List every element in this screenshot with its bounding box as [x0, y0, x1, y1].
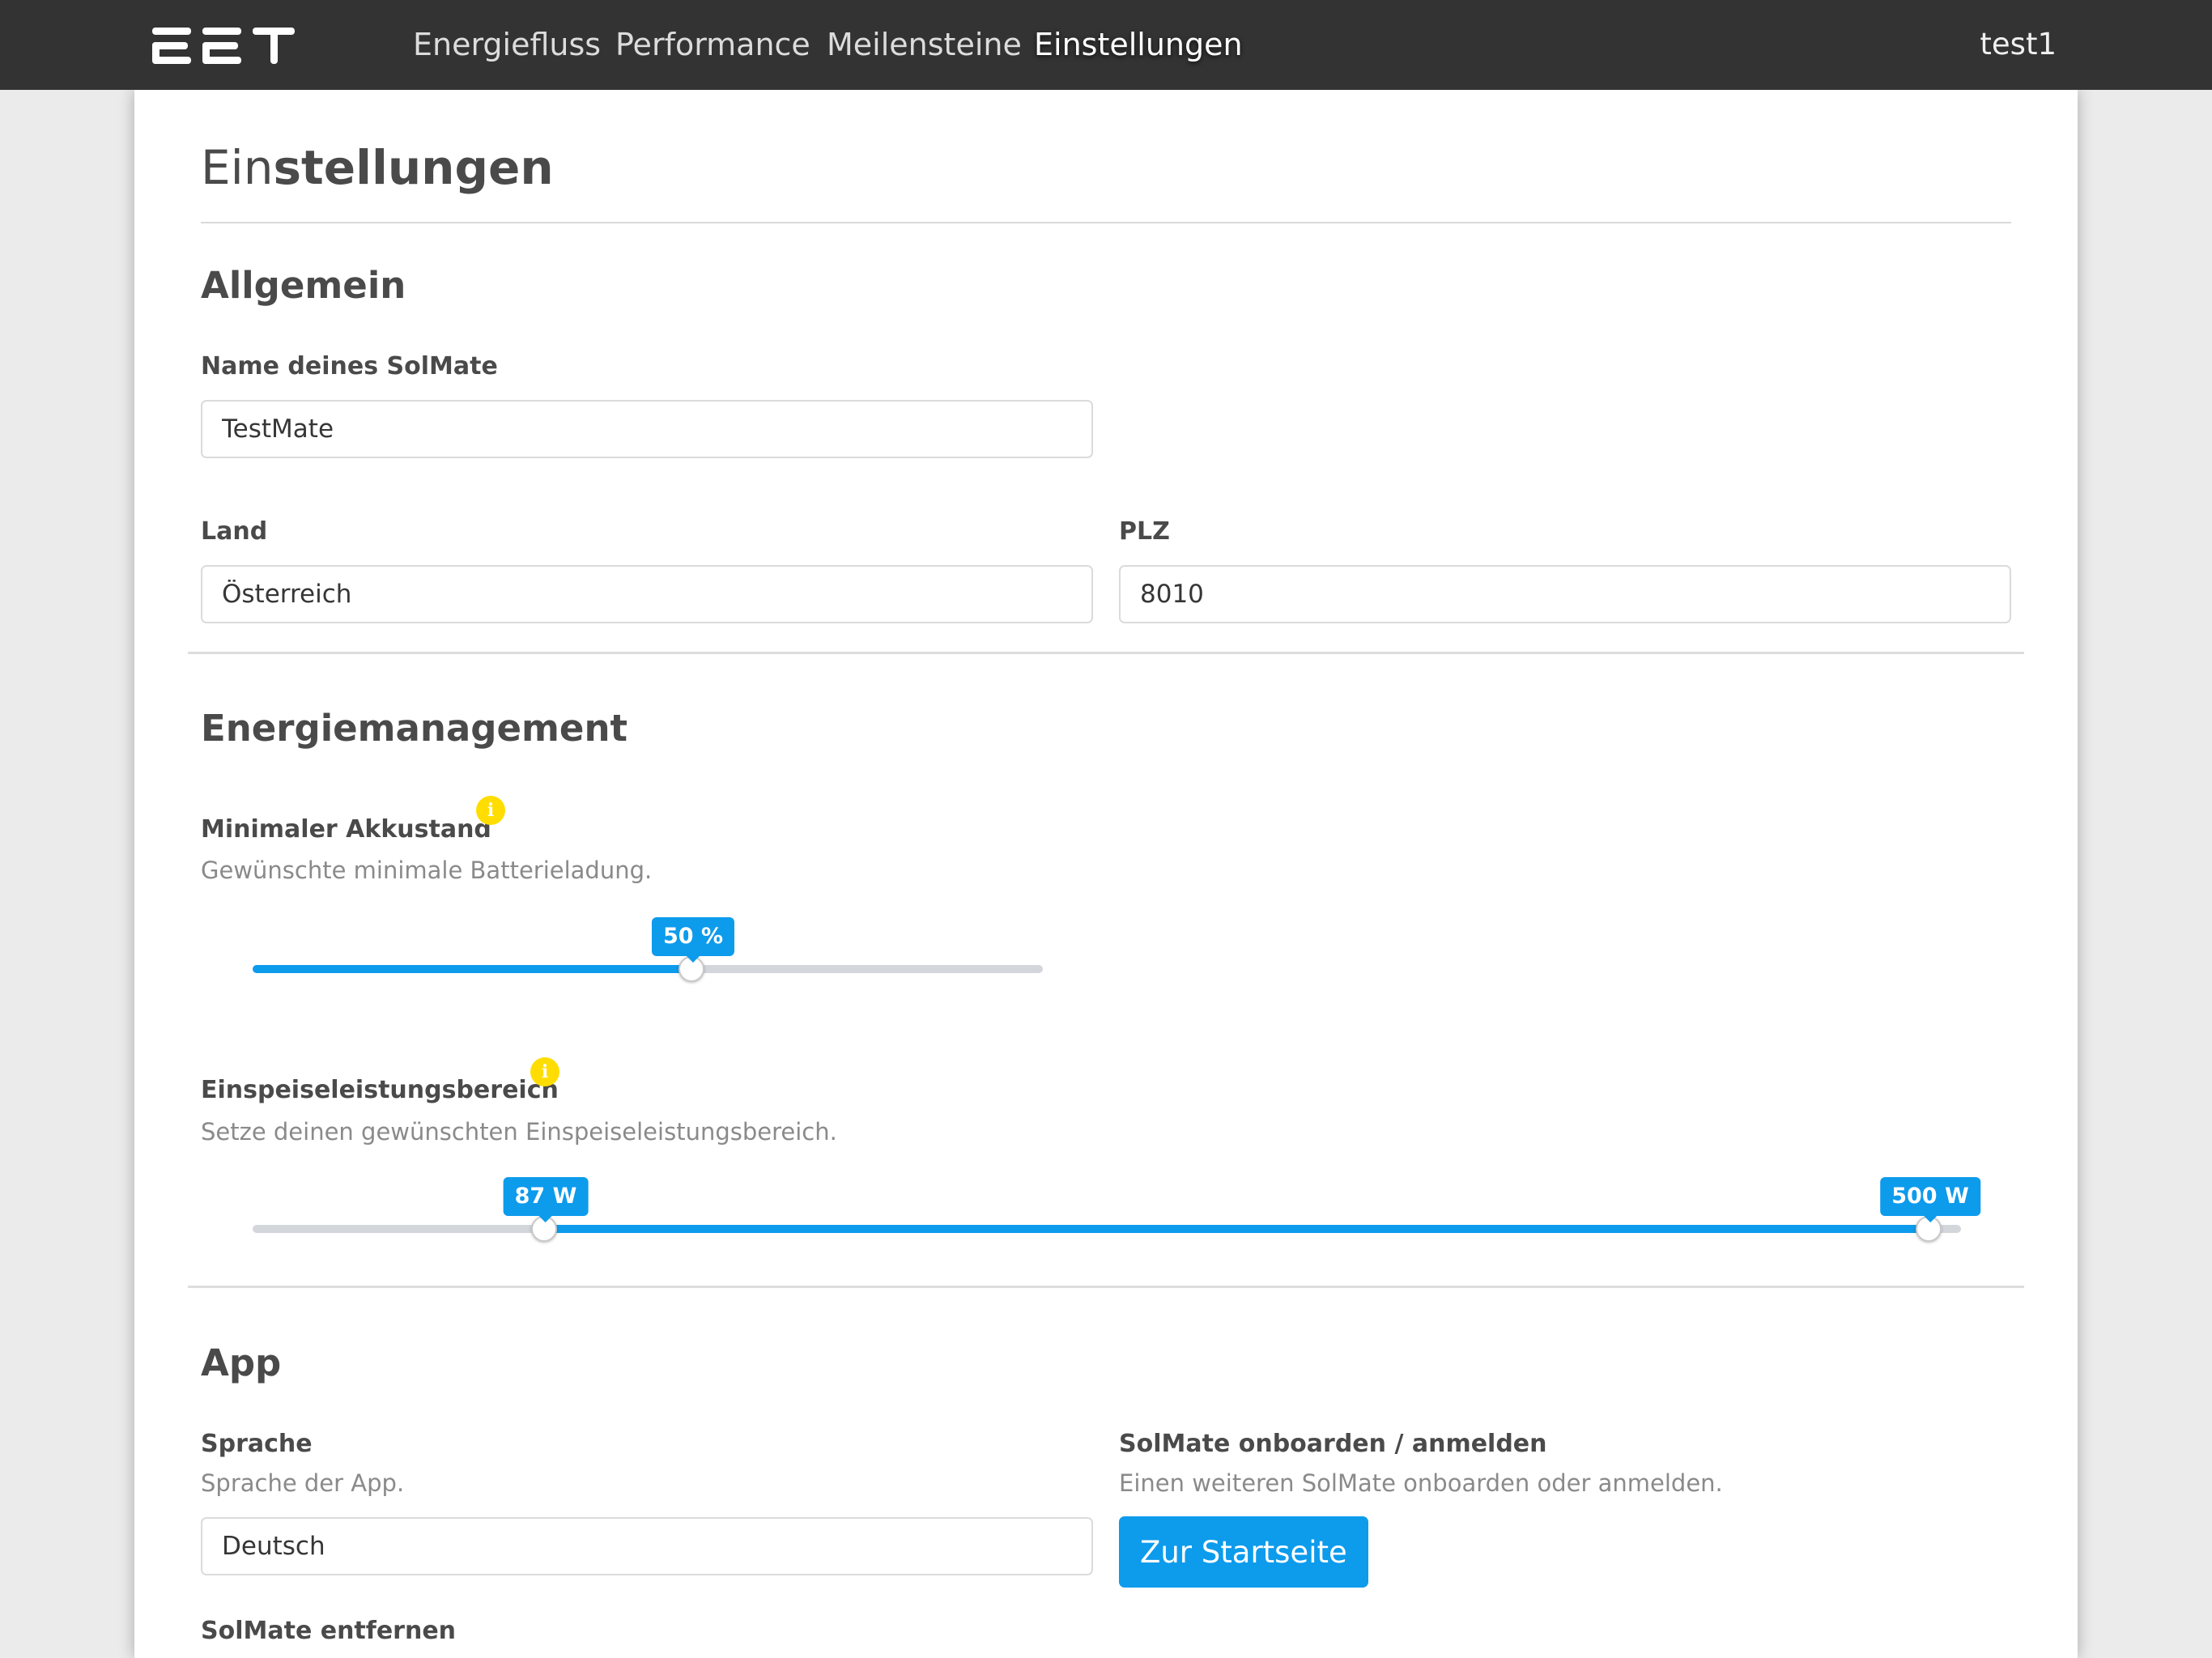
eet-logo[interactable]	[152, 24, 295, 69]
min-battery-value-tooltip: 50 %	[651, 917, 735, 963]
section-title-general: Allgemein	[201, 264, 406, 307]
min-battery-fill	[253, 965, 691, 973]
feed-in-label: Einspeiseleistungsbereich	[201, 1076, 559, 1104]
section-divider-energy	[188, 1286, 2024, 1288]
min-battery-info-icon[interactable]: i	[476, 796, 505, 825]
go-to-start-button[interactable]: Zur Startseite	[1119, 1516, 1368, 1588]
nav-performance[interactable]: Performance	[615, 21, 810, 68]
min-battery-slider[interactable]: 50 %	[253, 917, 1043, 994]
zip-label: PLZ	[1119, 517, 1170, 546]
page-title-light: Ein	[201, 140, 274, 195]
zip-input[interactable]	[1119, 565, 2011, 623]
solmate-name-input[interactable]	[201, 400, 1093, 458]
feed-in-range-slider[interactable]: 87 W 500 W	[253, 1177, 1980, 1254]
top-navbar: Energiefluss Performance Meilensteine Ei…	[0, 0, 2212, 90]
nav-meilensteine[interactable]: Meilensteine	[827, 21, 1022, 68]
min-battery-help: Gewünschte minimale Batterieladung.	[201, 857, 653, 884]
onboard-label: SolMate onboarden / anmelden	[1119, 1430, 1547, 1458]
min-battery-label: Minimaler Akkustand	[201, 815, 491, 844]
onboard-help: Einen weiteren SolMate onboarden oder an…	[1119, 1469, 1723, 1497]
feed-in-max-tooltip: 500 W	[1880, 1177, 1980, 1222]
feed-in-min-handle[interactable]: 87 W	[503, 1177, 589, 1242]
feed-in-info-icon[interactable]: i	[530, 1057, 559, 1086]
settings-card: Einstellungen Allgemein Name deines SolM…	[134, 90, 2078, 1658]
feed-in-max-handle[interactable]: 500 W	[1880, 1177, 1980, 1242]
solmate-name-label: Name deines SolMate	[201, 352, 498, 380]
language-help: Sprache der App.	[201, 1469, 405, 1497]
feed-in-fill	[544, 1225, 1929, 1233]
page-title-bold: stellungen	[273, 140, 554, 195]
feed-in-min-tooltip: 87 W	[503, 1177, 589, 1222]
country-label: Land	[201, 517, 268, 546]
language-label: Sprache	[201, 1430, 313, 1458]
country-input[interactable]	[201, 565, 1093, 623]
language-select[interactable]	[201, 1517, 1093, 1575]
page-title: Einstellungen	[201, 137, 554, 198]
nav-energiefluss[interactable]: Energiefluss	[413, 21, 601, 68]
section-divider-general	[188, 652, 2024, 654]
section-title-app: App	[201, 1341, 282, 1384]
remove-solmate-label: SolMate entfernen	[201, 1617, 457, 1645]
section-title-energy: Energiemanagement	[201, 707, 627, 750]
nav-einstellungen[interactable]: Einstellungen	[1034, 21, 1243, 68]
min-battery-handle[interactable]: 50 %	[651, 917, 735, 982]
user-menu[interactable]: test1	[1980, 21, 2057, 68]
feed-in-help: Setze deinen gewünschten Einspeiseleistu…	[201, 1118, 837, 1146]
title-divider	[201, 222, 2011, 223]
